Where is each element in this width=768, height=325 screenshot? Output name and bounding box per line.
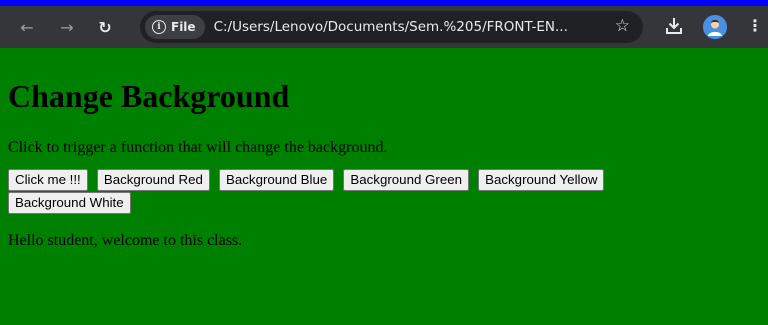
welcome-message: Hello student, welcome to this class.	[8, 232, 243, 249]
arrow-right-icon: →	[60, 17, 74, 37]
avatar-icon	[703, 15, 727, 39]
reload-button[interactable]: ↻	[92, 14, 118, 40]
profile-avatar[interactable]	[703, 15, 727, 39]
button-group: Click me !!! Background Red Background B…	[8, 169, 708, 215]
more-menu-icon[interactable]: ⋮	[747, 16, 763, 35]
page-body: Change Background Click to trigger a fun…	[0, 48, 768, 325]
info-icon: i	[152, 20, 166, 34]
address-bar[interactable]: i File C:/Users/Lenovo/Documents/Sem.%20…	[140, 11, 643, 43]
url-text[interactable]: C:/Users/Lenovo/Documents/Sem.%205/FRONT…	[214, 19, 594, 35]
site-info-chip[interactable]: i File	[145, 15, 205, 39]
arrow-left-icon: ←	[20, 17, 34, 37]
bookmark-star-icon[interactable]: ☆	[615, 16, 630, 36]
download-icon[interactable]	[663, 15, 685, 37]
background-green-button[interactable]: Background Green	[343, 169, 470, 191]
reload-icon: ↻	[98, 17, 112, 37]
back-button[interactable]: ←	[14, 14, 40, 40]
forward-button[interactable]: →	[54, 14, 80, 40]
browser-toolbar: ← → ↻ i File C:/Users/Lenovo/Documents/S…	[0, 6, 768, 48]
page-title: Change Background	[8, 78, 290, 114]
description-text: Click to trigger a function that will ch…	[8, 139, 388, 156]
background-yellow-button[interactable]: Background Yellow	[478, 169, 605, 191]
click-me-button[interactable]: Click me !!!	[8, 169, 88, 191]
site-chip-label: File	[171, 20, 196, 34]
background-red-button[interactable]: Background Red	[96, 169, 210, 191]
background-white-button[interactable]: Background White	[8, 192, 131, 214]
background-blue-button[interactable]: Background Blue	[219, 169, 335, 191]
